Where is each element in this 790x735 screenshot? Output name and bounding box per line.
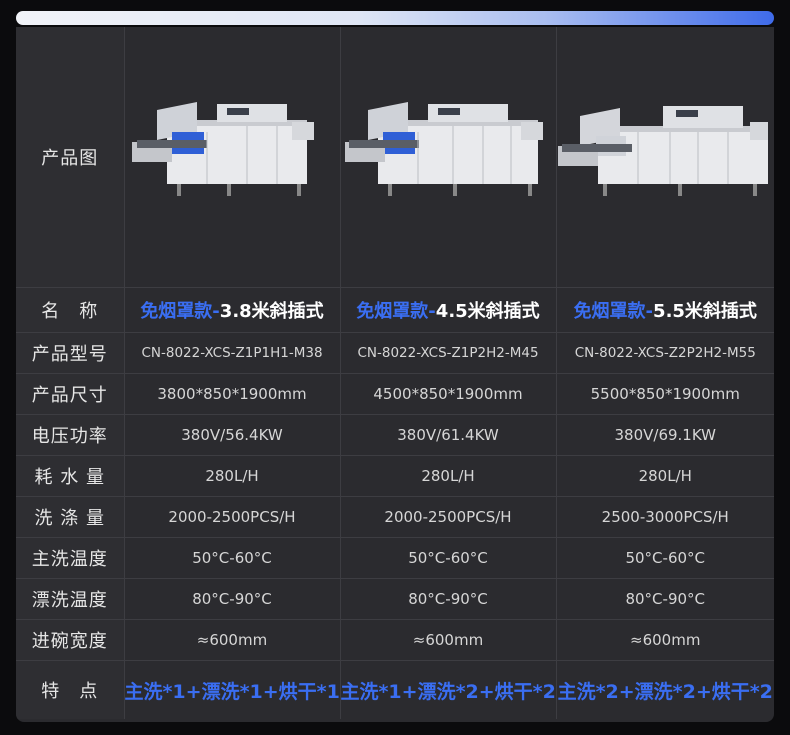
water-1: 280L/H bbox=[124, 455, 341, 497]
row-label-name: 名 称 bbox=[16, 287, 125, 333]
spec-table: 产品图 名 称 免烟罩款-3.8米斜插式 免烟罩款-4.5米斜插式 免烟罩款-5… bbox=[16, 27, 774, 719]
width-3: ≈600mm bbox=[556, 619, 774, 661]
name-rest: 4.5米斜插式 bbox=[435, 301, 540, 322]
rinse-temp-3: 80°C-90°C bbox=[556, 578, 774, 620]
name-tag: 免烟罩款- bbox=[573, 301, 654, 322]
row-label-water: 耗 水 量 bbox=[16, 455, 125, 497]
row-label-image: 产品图 bbox=[16, 27, 125, 288]
dishwasher-machine-image bbox=[132, 102, 314, 196]
model-3: CN-8022-XCS-Z2P2H2-M55 bbox=[556, 332, 774, 374]
name-tag: 免烟罩款- bbox=[356, 301, 436, 322]
dishwasher-machine-image bbox=[345, 102, 543, 196]
rinse-temp-2: 80°C-90°C bbox=[340, 578, 557, 620]
table-row-size: 产品尺寸 3800*850*1900mm 4500*850*1900mm 550… bbox=[16, 373, 774, 415]
row-label-feature: 特 点 bbox=[16, 660, 125, 719]
row-label-main-temp: 主洗温度 bbox=[16, 537, 125, 579]
spec-table-panel: 产品图 名 称 免烟罩款-3.8米斜插式 免烟罩款-4.5米斜插式 免烟罩款-5… bbox=[16, 27, 774, 722]
main-temp-3: 50°C-60°C bbox=[556, 537, 774, 579]
product-image-1 bbox=[124, 27, 341, 288]
name-rest: 5.5米斜插式 bbox=[653, 301, 757, 322]
model-2: CN-8022-XCS-Z1P2H2-M45 bbox=[340, 332, 557, 374]
size-3: 5500*850*1900mm bbox=[556, 373, 774, 415]
table-row-width: 进碗宽度 ≈600mm ≈600mm ≈600mm bbox=[16, 619, 774, 661]
product-name-2: 免烟罩款-4.5米斜插式 bbox=[340, 287, 557, 333]
size-1: 3800*850*1900mm bbox=[124, 373, 341, 415]
table-row-rinse-temp: 漂洗温度 80°C-90°C 80°C-90°C 80°C-90°C bbox=[16, 578, 774, 620]
capacity-3: 2500-3000PCS/H bbox=[556, 496, 774, 538]
water-3: 280L/H bbox=[556, 455, 774, 497]
water-2: 280L/H bbox=[340, 455, 557, 497]
row-label-model: 产品型号 bbox=[16, 332, 125, 374]
product-name-1: 免烟罩款-3.8米斜插式 bbox=[124, 287, 341, 333]
table-row-capacity: 洗 涤 量 2000-2500PCS/H 2000-2500PCS/H 2500… bbox=[16, 496, 774, 538]
product-image-3 bbox=[556, 27, 774, 288]
feature-2: 主洗*1+漂洗*2+烘干*2 bbox=[340, 660, 557, 719]
rinse-temp-1: 80°C-90°C bbox=[124, 578, 341, 620]
row-label-size: 产品尺寸 bbox=[16, 373, 125, 415]
table-row-main-temp: 主洗温度 50°C-60°C 50°C-60°C 50°C-60°C bbox=[16, 537, 774, 579]
row-label-width: 进碗宽度 bbox=[16, 619, 125, 661]
table-row-water: 耗 水 量 280L/H 280L/H 280L/H bbox=[16, 455, 774, 497]
table-row-image: 产品图 bbox=[16, 27, 774, 288]
feature-3: 主洗*2+漂洗*2+烘干*2 bbox=[557, 680, 773, 703]
feature-1: 主洗*1+漂洗*1+烘干*1 bbox=[124, 660, 341, 719]
table-row-model: 产品型号 CN-8022-XCS-Z1P1H1-M38 CN-8022-XCS-… bbox=[16, 332, 774, 374]
size-2: 4500*850*1900mm bbox=[340, 373, 557, 415]
product-name-3: 免烟罩款-5.5米斜插式 bbox=[556, 287, 774, 333]
dishwasher-machine-image bbox=[558, 106, 769, 196]
header-gradient-bar bbox=[16, 11, 774, 25]
power-3: 380V/69.1KW bbox=[556, 414, 774, 456]
name-tag: 免烟罩款- bbox=[140, 301, 220, 322]
width-2: ≈600mm bbox=[340, 619, 557, 661]
main-temp-2: 50°C-60°C bbox=[340, 537, 557, 579]
power-2: 380V/61.4KW bbox=[340, 414, 557, 456]
table-row-feature: 特 点 主洗*1+漂洗*1+烘干*1 主洗*1+漂洗*2+烘干*2 主洗*2+漂… bbox=[16, 660, 774, 719]
table-row-name: 名 称 免烟罩款-3.8米斜插式 免烟罩款-4.5米斜插式 免烟罩款-5.5米斜… bbox=[16, 287, 774, 333]
name-rest: 3.8米斜插式 bbox=[219, 301, 324, 322]
power-1: 380V/56.4KW bbox=[124, 414, 341, 456]
product-image-2 bbox=[340, 27, 557, 288]
width-1: ≈600mm bbox=[124, 619, 341, 661]
model-1: CN-8022-XCS-Z1P1H1-M38 bbox=[124, 332, 341, 374]
row-label-rinse-temp: 漂洗温度 bbox=[16, 578, 125, 620]
row-label-capacity: 洗 涤 量 bbox=[16, 496, 125, 538]
row-label-power: 电压功率 bbox=[16, 414, 125, 456]
capacity-1: 2000-2500PCS/H bbox=[124, 496, 341, 538]
main-temp-1: 50°C-60°C bbox=[124, 537, 341, 579]
capacity-2: 2000-2500PCS/H bbox=[340, 496, 557, 538]
table-row-power: 电压功率 380V/56.4KW 380V/61.4KW 380V/69.1KW bbox=[16, 414, 774, 456]
